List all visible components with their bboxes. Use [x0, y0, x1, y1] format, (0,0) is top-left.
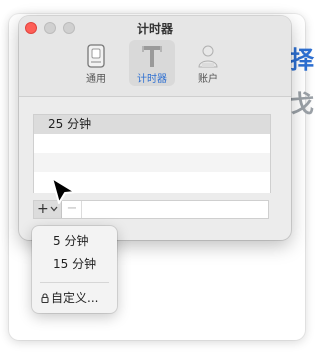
tab-account[interactable]: 账户: [185, 40, 231, 86]
menu-item-15-min[interactable]: 15 分钟: [32, 254, 117, 274]
tab-general[interactable]: 通用: [73, 40, 119, 86]
lock-icon: [41, 293, 49, 303]
menu-item-5-min[interactable]: 5 分钟: [32, 231, 117, 251]
add-menu: 5 分钟 15 分钟 自定义...: [32, 226, 117, 313]
preferences-window: 计时器 通用 计时器 账户 25 分钟 + −: [19, 16, 291, 240]
list-item[interactable]: [34, 153, 270, 172]
menu-divider: [40, 282, 109, 283]
tab-account-label: 账户: [198, 74, 218, 85]
add-label: +: [37, 201, 49, 217]
screen: 择 戈 计时器 通用 计时器 账户 25 分钟 + − 5 分钟 15 分钟 自…: [0, 0, 322, 354]
menu-item-custom[interactable]: 自定义...: [32, 288, 117, 308]
window-title: 计时器: [136, 22, 173, 36]
timer-icon: [142, 46, 162, 67]
chevron-down-icon: [50, 206, 58, 212]
menu-item-custom-label: 自定义...: [51, 291, 99, 305]
tab-timer-label: 计时器: [137, 74, 167, 85]
list-item[interactable]: 25 分钟: [34, 115, 270, 134]
cursor-icon: [51, 177, 76, 204]
title-bar: 计时器 通用 计时器 账户: [19, 16, 291, 97]
tab-timer[interactable]: 计时器: [129, 40, 175, 86]
background-text-2: 戈: [290, 90, 314, 118]
account-icon: [198, 45, 218, 68]
tab-general-label: 通用: [86, 74, 106, 85]
list-item[interactable]: [34, 134, 270, 153]
general-icon: [87, 44, 105, 68]
background-text-1: 择: [290, 46, 314, 74]
